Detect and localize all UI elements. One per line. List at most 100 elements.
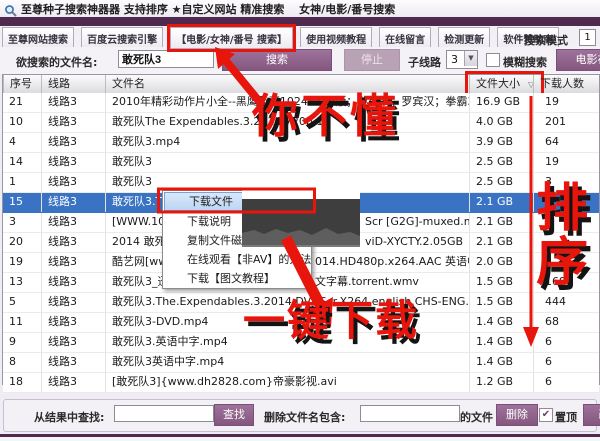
row-downloads bbox=[533, 193, 600, 212]
row-index: 18 bbox=[9, 375, 23, 388]
row-line: 线路3 bbox=[41, 293, 106, 312]
find-button[interactable]: 查找 bbox=[214, 404, 254, 426]
delete-filter-label: 删除文件名包含: bbox=[264, 411, 346, 424]
table-row[interactable]: 11 线路3 敢死队3-DVD.mp4 1.4 GB 68 bbox=[3, 313, 599, 333]
row-file-name: 敢死队3.mp4 bbox=[105, 133, 470, 152]
table-row[interactable]: 18 线路3 [敢死队3]{www.dh2828.com}帝豪影视.avi 1.… bbox=[3, 373, 599, 393]
censored-patch-dark bbox=[242, 199, 360, 247]
delete-filter-suffix: 的文件 bbox=[460, 411, 493, 424]
table-row[interactable]: 4 线路3 敢死队3.mp4 3.9 GB 64 bbox=[3, 133, 599, 153]
search-mode-label: 搜索模式 bbox=[524, 34, 568, 47]
row-file-name-head: [敢死队3]{www.dh2828.com}帝豪影视.avi bbox=[112, 375, 337, 388]
search-row: 欲搜索的文件名: 搜索 停止 子线路 3 ▼ 模糊搜索 电影在 bbox=[0, 47, 600, 74]
threads-select[interactable]: 3 ▼ bbox=[446, 50, 478, 69]
row-line: 线路3 bbox=[41, 233, 106, 252]
row-index: 21 bbox=[9, 95, 23, 108]
row-line: 线路3 bbox=[41, 353, 106, 372]
row-size: 2.1 GB bbox=[469, 233, 534, 252]
row-file-name-head: 敢死队3-DVD.mp4 bbox=[112, 315, 209, 328]
row-size: 2.1 GB bbox=[469, 193, 534, 212]
row-file-name-head: 敢死队3.The.Expendables.3.2014.DVDScr.X264.… bbox=[112, 295, 470, 308]
search-mode-value[interactable]: 1 bbox=[579, 29, 596, 46]
header-file-size-label: 文件大小 bbox=[476, 77, 520, 90]
top-accent-band bbox=[0, 17, 600, 26]
row-index: 20 bbox=[9, 235, 23, 248]
chevron-down-icon[interactable]: ▼ bbox=[464, 51, 477, 66]
row-downloads: 6 bbox=[533, 353, 600, 372]
title-bar: 至尊种子搜索神器器 支持排序 ★自定义网站 精准搜索 女神/电影/番号搜索 bbox=[0, 0, 600, 17]
row-size: 1.5 GB bbox=[469, 273, 534, 292]
row-line: 线路3 bbox=[41, 193, 106, 212]
row-index: 8 bbox=[9, 355, 16, 368]
row-index: 11 bbox=[9, 315, 23, 328]
row-index: 10 bbox=[9, 115, 23, 128]
row-file-name: 敢死队3-DVD.mp4 bbox=[105, 313, 470, 332]
table-row[interactable]: 5 线路3 敢死队3.The.Expendables.3.2014.DVDScr… bbox=[3, 293, 599, 313]
table-row[interactable]: 14 线路3 敢死队3 2.5 GB 19 bbox=[3, 153, 599, 173]
tab-movie-goddess-search[interactable]: 【电影/女神/番号 搜索】 bbox=[167, 24, 296, 52]
row-size: 2.1 GB bbox=[469, 213, 534, 232]
movie-online-button[interactable]: 电影在 bbox=[556, 49, 600, 71]
row-size: 2.5 GB bbox=[469, 173, 534, 192]
threads-value: 3 bbox=[451, 53, 458, 66]
menu-item-watch-online[interactable]: 在线观看【非AV】的方法 bbox=[163, 250, 311, 269]
row-file-name: [敢死队3]{www.dh2828.com}帝豪影视.avi bbox=[105, 373, 470, 392]
row-downloads bbox=[533, 233, 600, 252]
row-file-name-head: 敢死队3.mp4 bbox=[112, 135, 181, 148]
app-icon bbox=[4, 2, 17, 17]
header-file-name[interactable]: 文件名 bbox=[105, 75, 476, 93]
fuzzy-search-label: 模糊搜索 bbox=[503, 56, 547, 69]
tab-online-message[interactable]: 在线留言 bbox=[379, 27, 432, 49]
table-row[interactable]: 10 线路3 敢死队The Expendables.3.2014.720p.1 … bbox=[3, 113, 599, 133]
header-file-size[interactable]: 文件大小 ▽ bbox=[465, 71, 544, 97]
row-size: 1.2 GB bbox=[469, 373, 534, 392]
row-index: 1 bbox=[9, 175, 16, 188]
row-file-name: 敢死队3 bbox=[105, 153, 470, 172]
row-index: 19 bbox=[9, 255, 23, 268]
search-button[interactable]: 搜索 bbox=[222, 49, 332, 71]
row-line: 线路3 bbox=[41, 253, 106, 272]
find-in-results-input[interactable] bbox=[114, 405, 214, 422]
row-file-name-head: 敢死队3英语中字.mp4 bbox=[112, 355, 225, 368]
row-file-name: 敢死队3.英语中字.mp4 bbox=[105, 333, 470, 352]
bottom-panel: 从结果中查找: 查找 删除文件名包含: 的文件 删除 ✔ 置顶 改 bbox=[3, 399, 600, 432]
tab-site-search[interactable]: 至尊网站搜索 bbox=[2, 27, 74, 49]
row-line: 线路3 bbox=[41, 373, 106, 392]
delete-filter-input[interactable] bbox=[360, 405, 460, 422]
find-in-results-label: 从结果中查找: bbox=[34, 411, 105, 424]
more-button[interactable]: 改 bbox=[583, 404, 600, 426]
table-row[interactable]: 21 线路3 2010年精彩动作片小全--黑鹰坠落1024x576版；敢死队；罗… bbox=[3, 93, 599, 113]
file-name-tail: 文字幕.torrent.wmv bbox=[315, 275, 419, 288]
row-size: 1.4 GB bbox=[469, 333, 534, 352]
checkbox-check-icon: ✔ bbox=[541, 409, 551, 420]
tab-check-update[interactable]: 检测更新 bbox=[438, 27, 491, 49]
row-downloads: 19 bbox=[533, 153, 600, 172]
row-file-name-head: 敢死队3 bbox=[112, 175, 152, 188]
header-line[interactable]: 线路 bbox=[41, 75, 112, 93]
fuzzy-search-checkbox[interactable] bbox=[486, 53, 500, 67]
table-row[interactable]: 8 线路3 敢死队3英语中字.mp4 1.4 GB 6 bbox=[3, 353, 599, 373]
header-downloads[interactable]: 下载人数 bbox=[533, 75, 600, 93]
stop-button[interactable]: 停止 bbox=[344, 49, 400, 71]
row-file-name-head: 2010年精彩动作片小全--黑鹰坠落1024x576版；敢死队；罗宾汉；拳霸3.… bbox=[112, 95, 470, 108]
table-header: 序号 线路 文件名 文件大小 ▽ 下载人数 bbox=[3, 71, 600, 97]
row-index: 3 bbox=[9, 215, 16, 228]
row-file-name: 敢死队The Expendables.3.2014.720p.1 bbox=[105, 113, 470, 132]
pin-top-checkbox[interactable]: ✔ bbox=[539, 408, 553, 422]
tab-bar: 至尊网站搜索 百度云搜索引擎 【电影/女神/番号 搜索】 使用视频教程 在线留言… bbox=[0, 24, 600, 52]
row-index: 14 bbox=[9, 155, 23, 168]
tab-video-tutorial[interactable]: 使用视频教程 bbox=[300, 27, 373, 49]
row-line: 线路3 bbox=[41, 213, 106, 232]
search-input-label: 欲搜索的文件名: bbox=[16, 56, 98, 69]
row-downloads: 6 bbox=[533, 333, 600, 352]
tab-baiduyun-search[interactable]: 百度云搜索引擎 bbox=[81, 27, 164, 49]
delete-button[interactable]: 删除 bbox=[496, 404, 538, 426]
pin-top-label: 置顶 bbox=[555, 411, 577, 424]
row-index: 9 bbox=[9, 335, 16, 348]
row-downloads: 169 bbox=[533, 273, 600, 292]
row-line: 线路3 bbox=[41, 273, 106, 292]
search-input[interactable] bbox=[118, 50, 214, 68]
table-row[interactable]: 9 线路3 敢死队3.英语中字.mp4 1.4 GB 6 bbox=[3, 333, 599, 353]
menu-item-download-tutorial[interactable]: 下载【图文教程】 bbox=[163, 269, 311, 288]
row-line: 线路3 bbox=[41, 173, 106, 192]
